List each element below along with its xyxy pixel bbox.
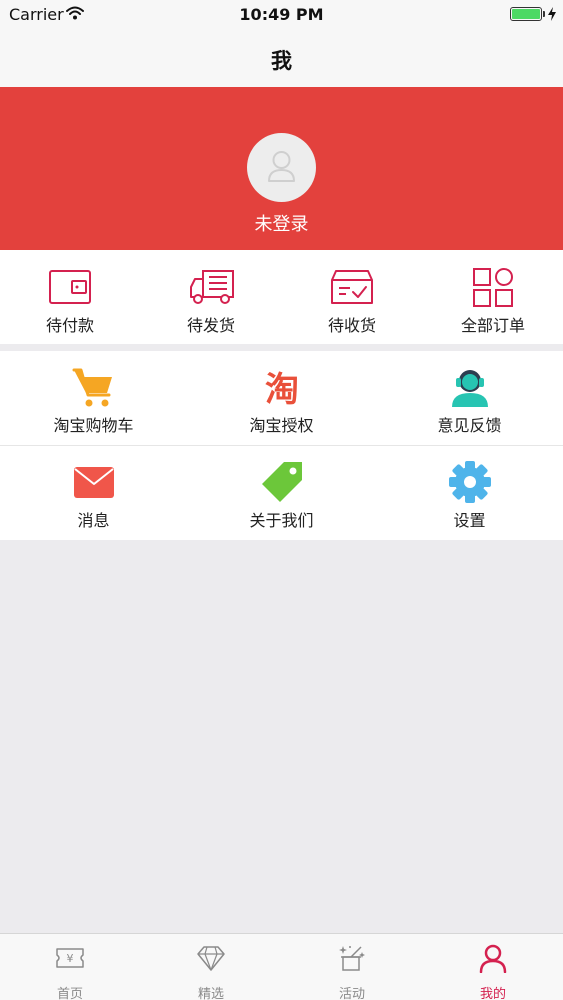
envelope-icon — [74, 467, 114, 498]
diamond-icon — [197, 946, 225, 971]
menu-item-taobao-cart[interactable]: 淘宝购物车 — [0, 351, 187, 445]
charging-bolt-icon — [548, 7, 556, 21]
menu-label: 关于我们 — [249, 511, 314, 530]
menu-item-taobao-auth[interactable]: 淘 淘宝授权 — [188, 351, 375, 445]
menu-item-messages[interactable]: 消息 — [0, 446, 187, 540]
ticket-icon: ¥ — [56, 948, 84, 968]
gear-icon — [449, 461, 491, 503]
tab-home[interactable]: ¥ 首页 — [0, 934, 140, 1000]
tab-label: 活动 — [338, 987, 365, 1000]
order-all[interactable]: 全部订单 — [423, 250, 563, 344]
menu-label: 淘宝授权 — [249, 416, 314, 435]
default-avatar-icon — [268, 151, 295, 182]
truck-icon — [190, 270, 234, 304]
shopping-cart-icon — [72, 368, 112, 407]
status-bar: Carrier 10:49 PM — [0, 0, 563, 30]
order-label: 待付款 — [45, 316, 94, 335]
tag-icon — [262, 462, 302, 502]
order-pending-receipt[interactable]: 待收货 — [282, 250, 422, 344]
grid-icon — [473, 268, 513, 307]
battery-tip — [543, 11, 545, 17]
tab-mine[interactable]: 我的 — [423, 934, 563, 1000]
avatar[interactable] — [247, 133, 316, 202]
menu-label: 设置 — [453, 511, 486, 530]
order-label: 待收货 — [327, 316, 376, 335]
tab-label: 我的 — [479, 987, 506, 1000]
tab-label: 精选 — [197, 987, 224, 1000]
page-title: 我 — [271, 49, 292, 73]
menu-item-feedback[interactable]: 意见反馈 — [376, 351, 563, 445]
tab-bar: ¥ 首页 精选 活动 我的 — [0, 933, 563, 1000]
menu-item-settings[interactable]: 设置 — [376, 446, 563, 540]
taobao-logo-icon: 淘 — [265, 370, 299, 410]
person-icon — [479, 944, 507, 973]
order-label: 全部订单 — [460, 316, 525, 335]
tab-featured[interactable]: 精选 — [141, 934, 281, 1000]
package-check-icon — [331, 270, 373, 304]
status-time: 10:49 PM — [239, 5, 324, 24]
order-label: 待发货 — [186, 316, 235, 335]
menu-item-about-us[interactable]: 关于我们 — [188, 446, 375, 540]
tab-label: 首页 — [56, 987, 83, 1000]
tab-activities[interactable]: 活动 — [282, 934, 422, 1000]
menu-label: 消息 — [77, 511, 110, 530]
svg-text:淘: 淘 — [265, 370, 299, 409]
order-pending-shipment[interactable]: 待发货 — [141, 250, 281, 344]
menu-label: 意见反馈 — [437, 416, 502, 435]
login-status[interactable]: 未登录 — [0, 210, 563, 236]
nav-bar: 我 — [0, 30, 563, 87]
svg-text:¥: ¥ — [67, 952, 74, 965]
order-shortcuts: 待付款 待发货 待收货 全部订单 — [0, 250, 563, 344]
menu-label: 淘宝购物车 — [53, 416, 134, 435]
order-pending-payment[interactable]: 待付款 — [0, 250, 140, 344]
magic-box-icon — [339, 946, 365, 971]
battery-icon — [510, 7, 542, 21]
headset-support-icon — [452, 370, 488, 407]
profile-banner: 未登录 — [0, 87, 563, 250]
menu-grid: 淘宝购物车 淘 淘宝授权 意见反馈 消息 关于我们 设置 — [0, 351, 563, 540]
wallet-icon — [49, 270, 91, 304]
